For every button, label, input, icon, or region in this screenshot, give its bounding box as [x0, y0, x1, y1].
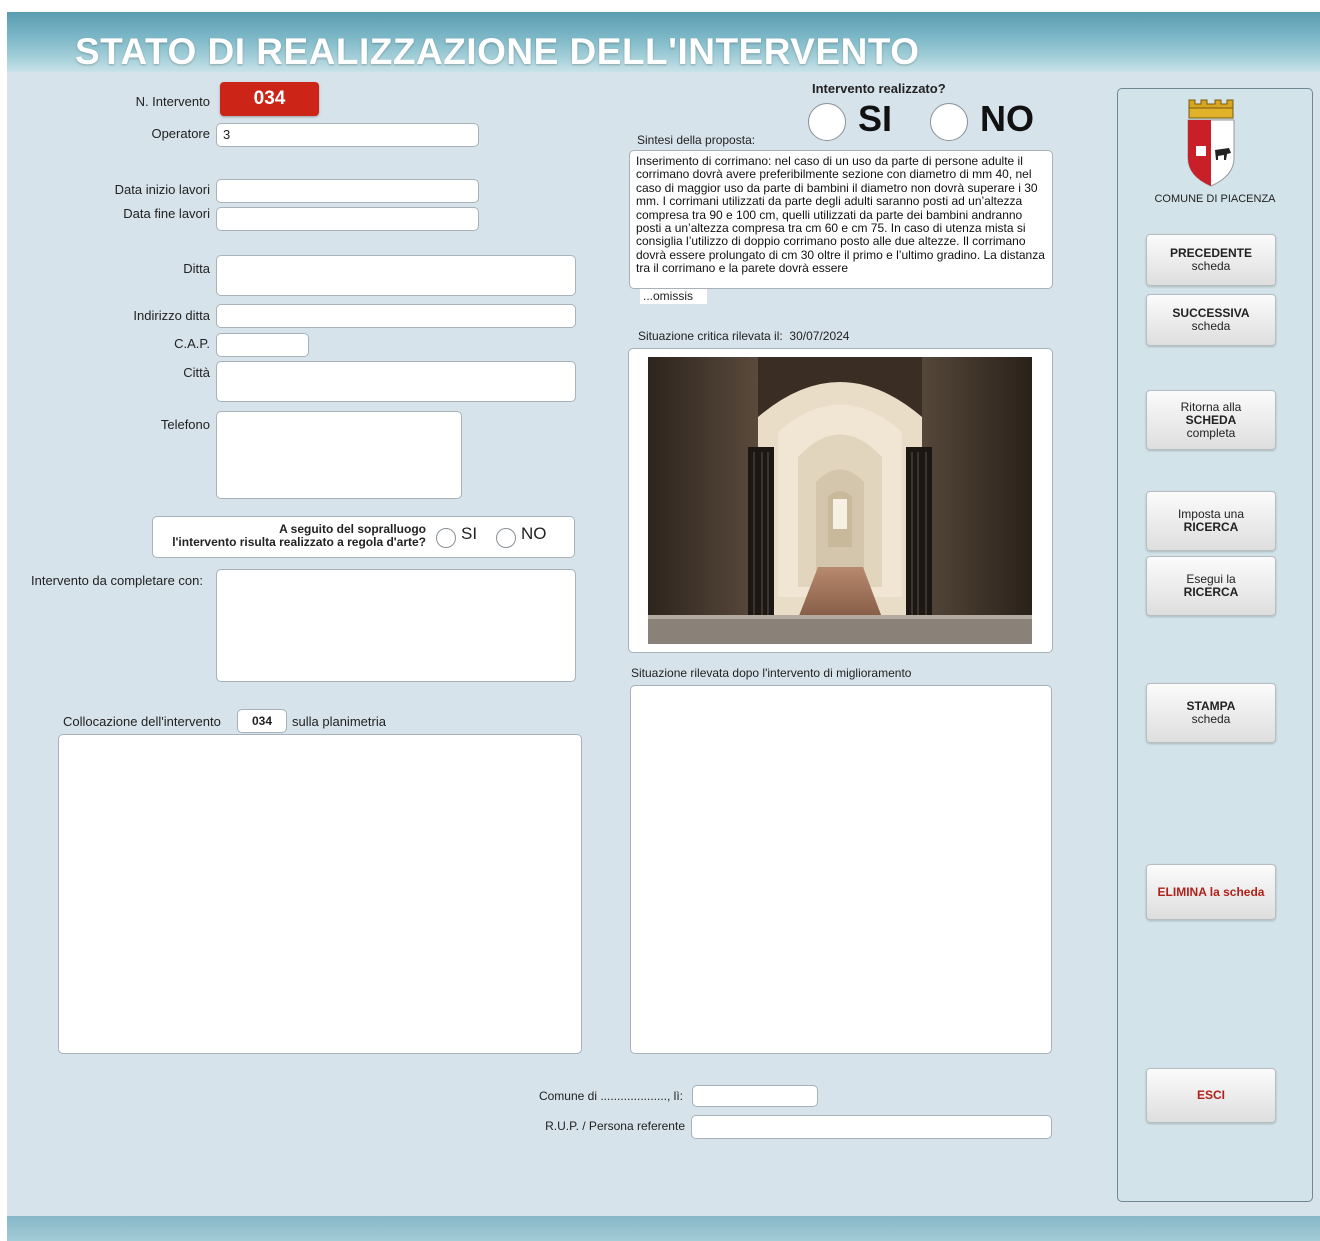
planimetria-label: sulla planimetria [292, 714, 386, 729]
collocazione-label: Collocazione dell'intervento [63, 714, 221, 729]
completare-label: Intervento da completare con: [31, 573, 203, 588]
comune-data-label: Comune di ...................., lì: [538, 1089, 683, 1103]
rup-label: R.U.P. / Persona referente [545, 1119, 685, 1133]
citta-label: Città [183, 365, 210, 380]
completare-field[interactable] [216, 569, 576, 682]
stampa-button[interactable]: STAMPA scheda [1146, 683, 1276, 743]
critica-label-text: Situazione critica rilevata il: [638, 329, 783, 343]
elimina-button[interactable]: ELIMINA la scheda [1146, 864, 1276, 920]
dopo-label: Situazione rilevata dopo l'intervento di… [631, 666, 912, 680]
data-fine-field[interactable] [216, 207, 479, 231]
indirizzo-ditta-label: Indirizzo ditta [133, 308, 210, 323]
intervento-number-badge: 034 [220, 82, 319, 116]
telefono-label: Telefono [160, 417, 210, 432]
successiva-sublabel: scheda [1191, 319, 1231, 333]
page-title: STATO DI REALIZZAZIONE DELL'INTERVENTO [75, 31, 920, 72]
sopralluogo-question: A seguito del sopralluogo l'intervento r… [160, 523, 426, 549]
realizzato-si-label: SI [858, 98, 893, 139]
realizzato-label: Intervento realizzato? [812, 81, 946, 96]
critica-label: Situazione critica rilevata il: 30/07/20… [638, 329, 849, 343]
comune-crest-logo [1187, 99, 1235, 187]
planimetria-area[interactable] [58, 734, 582, 1054]
operatore-field[interactable]: 3 [216, 123, 479, 147]
esegui-ricerca-button[interactable]: Esegui la RICERCA [1146, 556, 1276, 616]
esegui-label-2: RICERCA [1183, 585, 1239, 599]
operatore-label: Operatore [151, 126, 210, 141]
collocazione-number-field[interactable]: 034 [237, 709, 287, 733]
realizzato-no-radio[interactable] [930, 103, 968, 141]
esci-label: ESCI [1196, 1088, 1225, 1102]
sopralluogo-no-label: NO [521, 524, 547, 543]
sopralluogo-no-radio[interactable] [496, 528, 516, 548]
precedente-button[interactable]: PRECEDENTE scheda [1146, 234, 1276, 286]
imposta-label-2: RICERCA [1183, 520, 1239, 534]
sopralluogo-si-label: SI [461, 524, 478, 543]
ritorna-label-1: Ritorna alla [1180, 399, 1242, 414]
ritorna-label-2: SCHEDA [1185, 412, 1237, 427]
cap-field[interactable] [216, 333, 309, 357]
omissis-label: ...omissis [640, 289, 707, 304]
ritorna-label-3: completa [1186, 425, 1236, 440]
ditta-label: Ditta [183, 261, 210, 276]
sintesi-label: Sintesi della proposta: [637, 133, 756, 147]
realizzato-no-label: NO [980, 98, 1034, 139]
sopralluogo-line-2: l'intervento risulta realizzato a regola… [172, 535, 426, 549]
realizzato-si-radio[interactable] [808, 103, 846, 141]
indirizzo-ditta-field[interactable] [216, 304, 576, 328]
ditta-field[interactable] [216, 255, 576, 296]
data-inizio-field[interactable] [216, 179, 479, 203]
comune-name: COMUNE DI PIACENZA [1154, 193, 1276, 205]
corridor-photo [648, 357, 1032, 644]
sintesi-text: Inserimento di corrimano: nel caso di un… [629, 150, 1053, 289]
sopralluogo-si-radio[interactable] [436, 528, 456, 548]
dopo-image-area[interactable] [630, 685, 1052, 1054]
ritorna-scheda-button[interactable]: Ritorna alla SCHEDA completa [1146, 390, 1276, 450]
successiva-button[interactable]: SUCCESSIVA scheda [1146, 294, 1276, 346]
data-inizio-label: Data inizio lavori [114, 182, 210, 197]
imposta-ricerca-button[interactable]: Imposta una RICERCA [1146, 491, 1276, 551]
title-bar: STATO DI REALIZZAZIONE DELL'INTERVENTO [7, 12, 1320, 72]
stampa-sublabel: scheda [1191, 712, 1231, 726]
telefono-field[interactable] [216, 411, 462, 499]
elimina-label: ELIMINA la scheda [1157, 884, 1265, 899]
rup-field[interactable] [691, 1115, 1052, 1139]
esci-button[interactable]: ESCI [1146, 1068, 1276, 1123]
critica-date: 30/07/2024 [789, 329, 850, 343]
cap-label: C.A.P. [174, 336, 210, 351]
citta-field[interactable] [216, 361, 576, 402]
data-fine-label: Data fine lavori [123, 206, 210, 221]
n-intervento-label: N. Intervento [135, 94, 210, 109]
precedente-sublabel: scheda [1191, 259, 1231, 273]
comune-data-field[interactable] [692, 1085, 818, 1107]
bottom-bar [7, 1216, 1320, 1241]
